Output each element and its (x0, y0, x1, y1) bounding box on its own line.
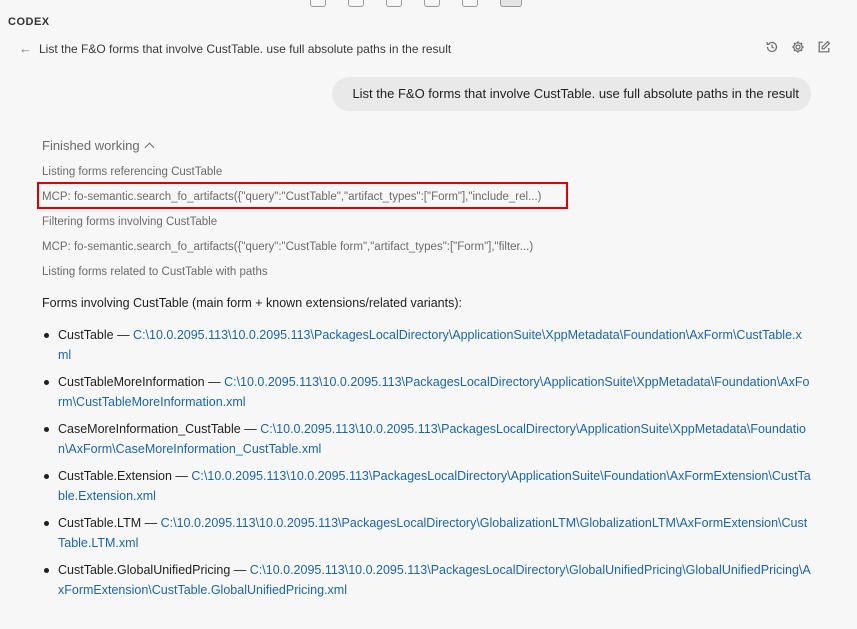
forms-list: CustTable — C:\10.0.2095.113\10.0.2095.1… (42, 325, 812, 607)
codex-panel: CODEX ← List the F&O forms that involve … (0, 0, 857, 629)
form-path-link[interactable]: C:\10.0.2095.113\10.0.2095.113\PackagesL… (58, 328, 802, 362)
gear-icon[interactable] (791, 40, 805, 54)
step-item: Listing forms referencing CustTable (42, 166, 223, 178)
edit-icon[interactable] (817, 40, 831, 54)
user-message-bubble: List the F&O forms that involve CustTabl… (332, 77, 811, 111)
step-item-mcp-call[interactable]: MCP: fo-semantic.search_fo_artifacts({"q… (42, 241, 533, 253)
form-name: CaseMoreInformation_CustTable (58, 422, 241, 436)
list-item: CustTableMoreInformation — C:\10.0.2095.… (42, 372, 812, 412)
form-name: CustTable.LTM (58, 516, 142, 530)
toolbar-icon[interactable] (462, 0, 478, 7)
toolbar-icon[interactable] (386, 0, 402, 7)
finished-working-toggle[interactable]: Finished working (42, 138, 154, 153)
header-actions (765, 40, 831, 54)
list-item: CustTable.GlobalUnifiedPricing — C:\10.0… (42, 560, 812, 600)
form-name: CustTable (58, 328, 114, 342)
result-intro: Forms involving CustTable (main form + k… (42, 296, 462, 310)
separator: — (141, 516, 161, 530)
thread-header: ← List the F&O forms that involve CustTa… (0, 40, 857, 60)
chevron-up-icon (144, 142, 154, 153)
app-title: CODEX (8, 16, 50, 28)
step-item: Listing forms related to CustTable with … (42, 266, 268, 278)
toolbar-icon[interactable] (348, 0, 364, 7)
toolbar-icon[interactable] (310, 0, 326, 7)
status-label: Finished working (42, 138, 140, 153)
list-item: CustTable — C:\10.0.2095.113\10.0.2095.1… (42, 325, 812, 365)
highlight-box (37, 182, 568, 209)
form-name: CustTableMoreInformation (58, 375, 205, 389)
separator: — (240, 422, 261, 436)
history-icon[interactable] (765, 40, 779, 54)
list-item: CustTable.LTM — C:\10.0.2095.113\10.0.20… (42, 513, 812, 553)
toolbar-icon[interactable] (424, 0, 440, 7)
list-item: CustTable.Extension — C:\10.0.2095.113\1… (42, 466, 812, 506)
separator: — (113, 328, 134, 342)
step-item: Filtering forms involving CustTable (42, 216, 218, 228)
toolbar-icon-active[interactable] (500, 0, 522, 7)
form-name: CustTable.GlobalUnifiedPricing (58, 563, 231, 577)
form-name: CustTable.Extension (58, 469, 172, 483)
separator: — (230, 563, 250, 577)
back-arrow-icon[interactable]: ← (19, 41, 32, 56)
separator: — (204, 375, 225, 389)
separator: — (171, 469, 192, 483)
top-toolbar-partial (310, 0, 522, 8)
thread-title: List the F&O forms that involve CustTabl… (39, 42, 452, 56)
list-item: CaseMoreInformation_CustTable — C:\10.0.… (42, 419, 812, 459)
form-path-link[interactable]: C:\10.0.2095.113\10.0.2095.113\PackagesL… (58, 516, 807, 550)
